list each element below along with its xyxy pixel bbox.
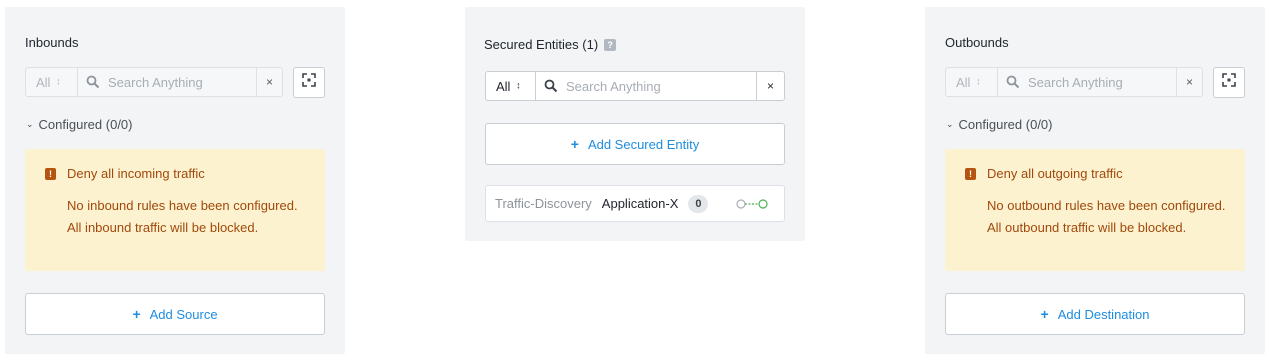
secured-entities-title: Secured Entities (1) bbox=[484, 37, 599, 52]
outbound-scope-select[interactable]: All ↕ bbox=[946, 68, 998, 96]
inbound-expand-button[interactable] bbox=[293, 67, 325, 98]
inbound-configured-label: Configured (0/0) bbox=[38, 117, 133, 132]
add-destination-button[interactable]: + Add Destination bbox=[945, 293, 1245, 335]
secured-scope-select[interactable]: All ↕ bbox=[486, 72, 536, 100]
plus-icon: + bbox=[132, 306, 141, 322]
secured-entity-row[interactable]: Traffic-Discovery Application-X 0 bbox=[485, 185, 785, 222]
secured-search-bar: All ↕ × bbox=[485, 71, 785, 101]
inbound-clear-button[interactable]: × bbox=[256, 68, 282, 96]
outbound-panel: Outbounds All ↕ × ⌄ Configured (0/0) ! D… bbox=[925, 7, 1265, 354]
add-source-button[interactable]: + Add Source bbox=[25, 293, 325, 335]
secured-clear-button[interactable]: × bbox=[756, 72, 784, 100]
entity-name: Application-X bbox=[601, 196, 679, 211]
outbound-alert-body: No outbound rules have been configured. … bbox=[987, 198, 1226, 235]
add-secured-entity-label: Add Secured Entity bbox=[587, 136, 700, 152]
outbound-search-bar: All ↕ × bbox=[945, 67, 1203, 97]
inbound-alert-title: Deny all incoming traffic bbox=[67, 166, 205, 181]
chevron-down-icon: ⌄ bbox=[26, 119, 34, 129]
outbound-title: Outbounds bbox=[945, 35, 1009, 50]
inbound-configured-toggle[interactable]: ⌄ Configured (0/0) bbox=[26, 117, 133, 132]
outbound-warning-alert: ! Deny all outgoing traffic No outbound … bbox=[945, 149, 1245, 271]
inbound-scope-select[interactable]: All ↕ bbox=[26, 68, 78, 96]
inbound-search-bar: All ↕ × bbox=[25, 67, 283, 97]
search-icon bbox=[544, 79, 558, 93]
expand-icon bbox=[1222, 73, 1236, 92]
add-destination-label: Add Destination bbox=[1057, 306, 1150, 322]
inbound-search-input[interactable] bbox=[108, 74, 256, 90]
secured-entities-panel: Secured Entities (1) ? All ↕ × + Add Sec… bbox=[465, 7, 805, 241]
expand-icon bbox=[302, 73, 316, 92]
select-arrows-icon: ↕ bbox=[976, 76, 981, 87]
inbound-alert-body: No inbound rules have been configured. A… bbox=[67, 198, 298, 235]
outbound-configured-toggle[interactable]: ⌄ Configured (0/0) bbox=[946, 117, 1053, 132]
inbound-warning-alert: ! Deny all incoming traffic No inbound r… bbox=[25, 149, 325, 271]
outbound-search-input[interactable] bbox=[1028, 74, 1176, 90]
search-icon bbox=[1006, 75, 1020, 89]
inbound-scope-value: All bbox=[36, 74, 51, 90]
select-arrows-icon: ↕ bbox=[56, 76, 61, 87]
warning-icon: ! bbox=[45, 168, 56, 180]
inbound-title: Inbounds bbox=[25, 35, 79, 50]
add-secured-entity-button[interactable]: + Add Secured Entity bbox=[485, 123, 785, 165]
connection-icon bbox=[736, 198, 768, 210]
chevron-down-icon: ⌄ bbox=[946, 119, 954, 129]
inbound-panel: Inbounds All ↕ × ⌄ Configured (0/0) ! De… bbox=[5, 7, 345, 354]
outbound-clear-button[interactable]: × bbox=[1176, 68, 1202, 96]
entity-type: Traffic-Discovery bbox=[495, 196, 592, 211]
search-icon bbox=[86, 75, 100, 89]
select-arrows-icon: ↕ bbox=[516, 80, 521, 91]
secured-scope-value: All bbox=[496, 78, 511, 94]
entity-count-badge: 0 bbox=[688, 194, 709, 213]
secured-search-input[interactable] bbox=[566, 78, 756, 94]
help-icon[interactable]: ? bbox=[604, 38, 617, 51]
outbound-alert-title: Deny all outgoing traffic bbox=[987, 166, 1123, 181]
plus-icon: + bbox=[1040, 306, 1049, 322]
secured-entities-title-row: Secured Entities (1) ? bbox=[484, 37, 617, 52]
plus-icon: + bbox=[570, 136, 579, 152]
outbound-configured-label: Configured (0/0) bbox=[958, 117, 1053, 132]
add-source-label: Add Source bbox=[149, 306, 218, 322]
outbound-scope-value: All bbox=[956, 74, 971, 90]
warning-icon: ! bbox=[965, 168, 976, 180]
outbound-expand-button[interactable] bbox=[1213, 67, 1245, 98]
